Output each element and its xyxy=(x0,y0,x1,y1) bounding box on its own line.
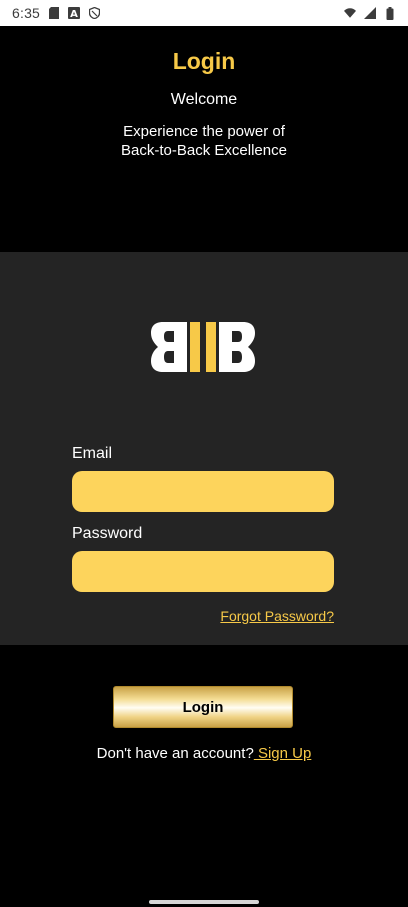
status-bar-right xyxy=(344,6,396,20)
forgot-password-link[interactable]: Forgot Password? xyxy=(220,608,334,624)
svg-text:A: A xyxy=(70,9,78,19)
font-a-icon: A xyxy=(68,7,81,19)
email-field[interactable] xyxy=(72,471,334,512)
signup-row: Don't have an account? Sign Up xyxy=(0,745,408,762)
battery-icon xyxy=(384,6,396,20)
page-title: Login xyxy=(172,48,236,74)
welcome-text: Welcome xyxy=(170,91,238,108)
login-button[interactable]: Login xyxy=(113,686,293,728)
cell-signal-icon xyxy=(364,7,376,19)
tagline-line-2: Back-to-Back Excellence xyxy=(121,142,287,159)
tagline: Experience the power of Back-to-Back Exc… xyxy=(0,122,408,160)
password-label: Password xyxy=(72,525,143,542)
status-bar: 6:35 A xyxy=(0,0,408,26)
password-field[interactable] xyxy=(72,551,334,592)
login-header: Login Welcome Experience the power of Ba… xyxy=(0,26,408,252)
signup-prompt: Don't have an account? xyxy=(96,745,254,762)
status-bar-left: 6:35 A xyxy=(12,5,100,21)
login-form-panel: Email Password Forgot Password? xyxy=(0,252,408,645)
tagline-line-1: Experience the power of xyxy=(123,123,285,140)
wifi-icon xyxy=(344,7,356,19)
email-label: Email xyxy=(72,445,113,462)
sign-up-link[interactable]: Sign Up xyxy=(254,745,311,762)
status-time: 6:35 xyxy=(12,5,41,21)
bb-logo-icon xyxy=(151,322,255,372)
home-indicator[interactable] xyxy=(149,900,259,904)
sd-card-icon xyxy=(48,7,60,19)
shield-icon xyxy=(88,7,100,19)
